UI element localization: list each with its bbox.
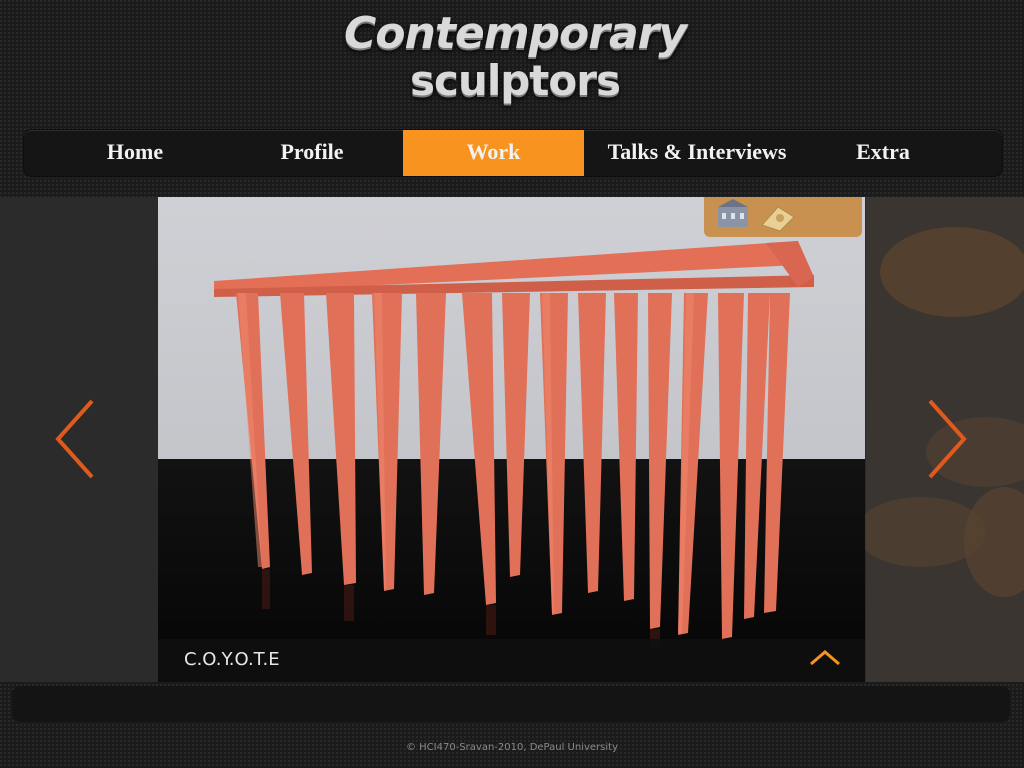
thumbnail-strip xyxy=(704,197,862,237)
logo-line-1: Contemporary xyxy=(343,8,687,59)
caption-bar: C.O.Y.O.T.E xyxy=(158,639,865,682)
chevron-up-icon xyxy=(810,650,840,666)
footer-copyright: © HCI470-Sravan-2010, DePaul University xyxy=(405,742,618,753)
sculpture-graphic xyxy=(214,241,814,649)
site-logo: Contemporary sculptors xyxy=(340,6,690,122)
main-nav: Home Profile Work Talks & Interviews Ext… xyxy=(24,130,1002,176)
nav-item-work[interactable]: Work xyxy=(403,130,584,176)
nav-item-talks-interviews[interactable]: Talks & Interviews xyxy=(592,130,802,176)
chevron-left-icon xyxy=(55,399,94,479)
map-thumbnail-icon[interactable] xyxy=(758,203,798,233)
artwork-image: C.O.Y.O.T.E xyxy=(158,197,865,682)
nav-item-profile[interactable]: Profile xyxy=(230,130,394,176)
next-button[interactable] xyxy=(914,389,978,489)
logo-line-2: sculptors xyxy=(410,56,621,105)
artwork-title: C.O.Y.O.T.E xyxy=(184,649,280,670)
chevron-right-icon xyxy=(928,399,967,479)
bottom-bar xyxy=(12,686,1010,722)
prev-button[interactable] xyxy=(44,389,108,489)
nav-item-extra[interactable]: Extra xyxy=(814,130,952,176)
nav-item-home[interactable]: Home xyxy=(60,130,210,176)
caption-toggle-button[interactable] xyxy=(808,647,842,669)
gallery-stage: C.O.Y.O.T.E xyxy=(0,197,1024,682)
